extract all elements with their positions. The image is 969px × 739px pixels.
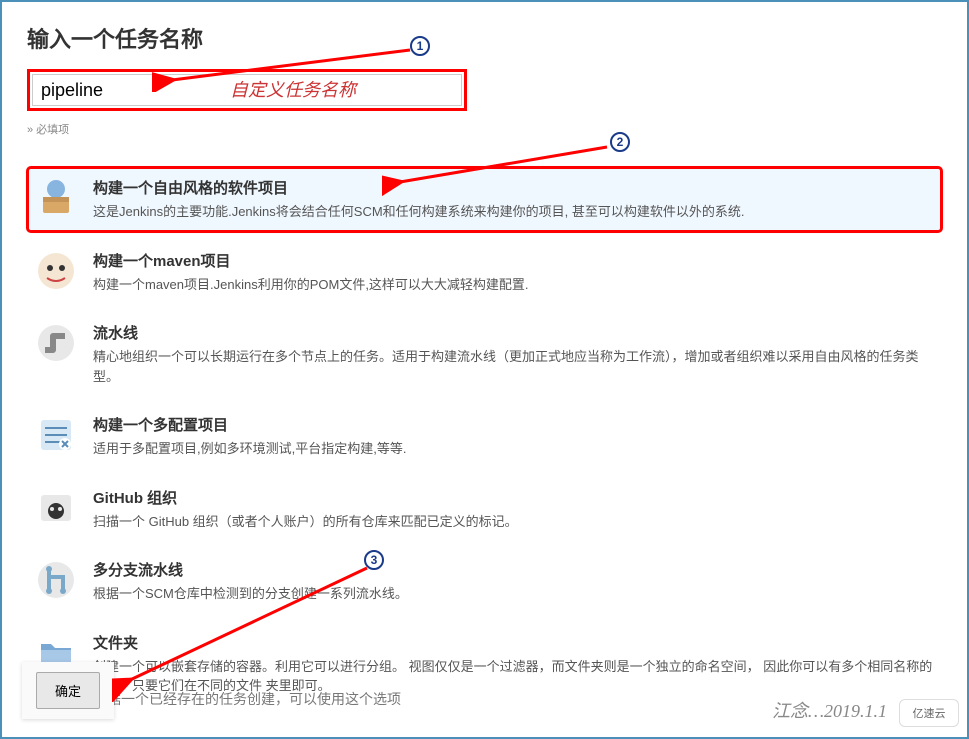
- page-heading: 输入一个任务名称: [27, 22, 942, 54]
- multibranch-icon: [35, 559, 77, 601]
- option-desc: 精心地组织一个可以长期运行在多个节点上的任务。适用于构建流水线（更加正式地应当称…: [93, 347, 934, 386]
- project-type-list: 构建一个自由风格的软件项目这是Jenkins的主要功能.Jenkins将会结合任…: [27, 167, 942, 706]
- maven-icon: [35, 250, 77, 292]
- option-desc: 扫描一个 GitHub 组织（或者个人账户）的所有仓库来匹配已定义的标记。: [93, 512, 934, 532]
- submit-bar: 确定: [22, 662, 114, 719]
- watermark-text: 江念…2019.1.1: [772, 697, 887, 723]
- multiconfig-icon: [35, 414, 77, 456]
- project-type-pipeline[interactable]: 流水线精心地组织一个可以长期运行在多个节点上的任务。适用于构建流水线（更加正式地…: [27, 312, 942, 396]
- option-title: 文件夹: [93, 632, 934, 653]
- option-desc: 构建一个maven项目.Jenkins利用你的POM文件,这样可以大大减轻构建配…: [93, 275, 934, 295]
- option-desc: 创建一个可以嵌套存储的容器。利用它可以进行分组。 视图仅仅是一个过滤器，而文件夹…: [93, 657, 934, 696]
- option-title: 流水线: [93, 322, 934, 343]
- option-desc: 适用于多配置项目,例如多环境测试,平台指定构建,等等.: [93, 439, 934, 459]
- project-type-github-org[interactable]: GitHub 组织扫描一个 GitHub 组织（或者个人账户）的所有仓库来匹配已…: [27, 477, 942, 542]
- option-desc: 这是Jenkins的主要功能.Jenkins将会结合任何SCM和任何构建系统来构…: [93, 202, 934, 222]
- step-marker-3: 3: [364, 550, 384, 570]
- option-title: GitHub 组织: [93, 487, 934, 508]
- project-type-freestyle[interactable]: 构建一个自由风格的软件项目这是Jenkins的主要功能.Jenkins将会结合任…: [27, 167, 942, 232]
- option-desc: 根据一个SCM仓库中检测到的分支创建一系列流水线。: [93, 584, 934, 604]
- required-hint: » 必填项: [27, 121, 942, 137]
- option-title: 构建一个自由风格的软件项目: [93, 177, 934, 198]
- github-icon: [35, 487, 77, 529]
- project-type-multibranch[interactable]: 多分支流水线根据一个SCM仓库中检测到的分支创建一系列流水线。: [27, 549, 942, 614]
- step-marker-2: 2: [610, 132, 630, 152]
- pipeline-icon: [35, 322, 77, 364]
- project-type-maven[interactable]: 构建一个maven项目构建一个maven项目.Jenkins利用你的POM文件,…: [27, 240, 942, 305]
- step-marker-1: 1: [410, 36, 430, 56]
- option-title: 构建一个多配置项目: [93, 414, 934, 435]
- project-type-multiconfig[interactable]: 构建一个多配置项目适用于多配置项目,例如多环境测试,平台指定构建,等等.: [27, 404, 942, 469]
- project-type-folder[interactable]: 文件夹创建一个可以嵌套存储的容器。利用它可以进行分组。 视图仅仅是一个过滤器，而…: [27, 622, 942, 706]
- brand-logo: 亿速云: [899, 699, 959, 727]
- box-icon: [35, 177, 77, 219]
- option-title: 构建一个maven项目: [93, 250, 934, 271]
- annotation-custom-name: 自定义任务名称: [230, 76, 356, 102]
- ok-button[interactable]: 确定: [36, 672, 100, 709]
- option-title: 多分支流水线: [93, 559, 934, 580]
